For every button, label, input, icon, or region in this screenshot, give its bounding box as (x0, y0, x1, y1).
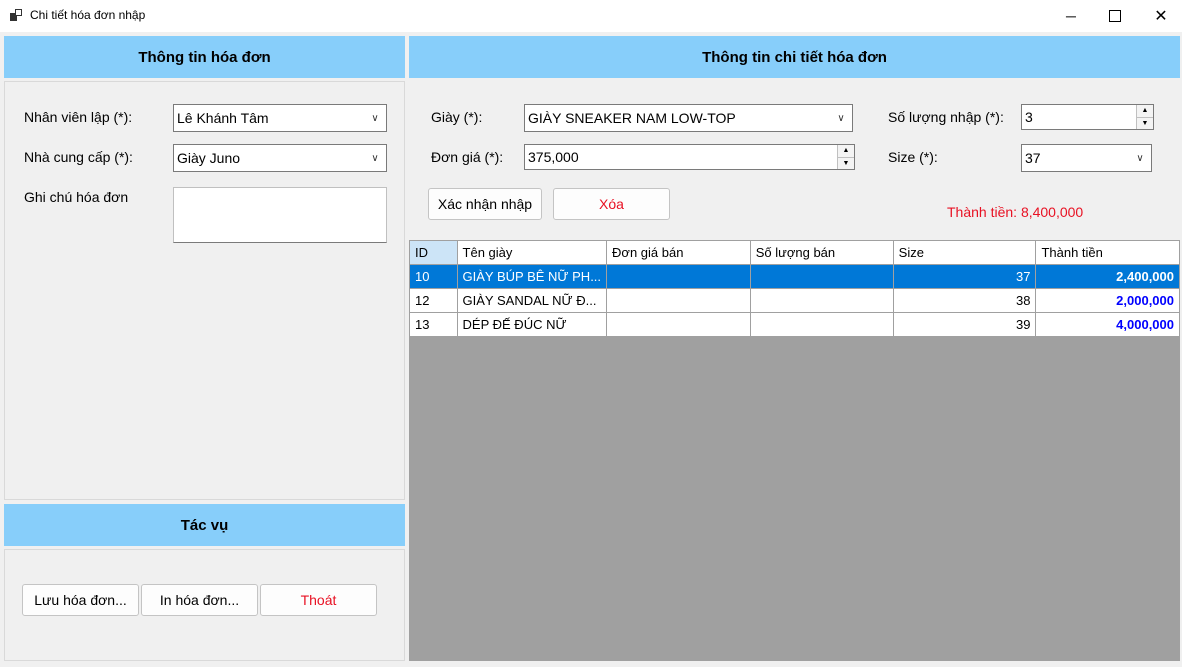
delete-button[interactable]: Xóa (553, 188, 670, 220)
confirm-import-button[interactable]: Xác nhận nhập (428, 188, 542, 220)
quantity-value: 3 (1025, 109, 1033, 125)
minimize-icon: ─ (1066, 8, 1076, 24)
maximize-icon (1109, 10, 1121, 22)
spin-down-icon[interactable]: ▼ (1137, 117, 1153, 129)
detail-grid[interactable]: ID Tên giày Đơn giá bán Số lượng bán Siz… (409, 240, 1180, 661)
cell-total[interactable]: 2,000,000 (1035, 288, 1180, 313)
note-textarea[interactable] (173, 187, 387, 243)
size-value: 37 (1025, 150, 1041, 166)
table-row[interactable]: 12 GIÀY SANDAL NỮ Đ... 38 2,000,000 (409, 288, 1180, 313)
exit-button[interactable]: Thoát (260, 584, 377, 616)
quantity-label: Số lượng nhập (*): (888, 109, 1004, 125)
actions-header: Tác vụ (4, 504, 405, 546)
cell-size[interactable]: 37 (892, 264, 1037, 289)
chevron-down-icon: ∨ (1136, 152, 1144, 164)
cell-name[interactable]: GIÀY BÚP BÊ NỮ PH... (456, 264, 608, 289)
note-label: Ghi chú hóa đơn (24, 189, 129, 205)
detail-table: ID Tên giày Đơn giá bán Số lượng bán Siz… (409, 240, 1180, 337)
detail-info-header: Thông tin chi tiết hóa đơn (409, 36, 1180, 78)
price-value: 375,000 (528, 149, 579, 165)
shoe-value: GIÀY SNEAKER NAM LOW-TOP (528, 110, 736, 126)
spin-up-icon[interactable]: ▲ (838, 145, 854, 158)
cell-total[interactable]: 4,000,000 (1035, 312, 1180, 337)
cell-quantity[interactable] (749, 264, 894, 289)
cell-id[interactable]: 10 (409, 264, 458, 289)
supplier-select[interactable]: Giày Juno ∨ (173, 144, 387, 172)
print-invoice-button[interactable]: In hóa đơn... (141, 584, 258, 616)
chevron-down-icon: ∨ (837, 112, 845, 124)
employee-label: Nhân viên lập (*): (24, 109, 133, 125)
save-invoice-button[interactable]: Lưu hóa đơn... (22, 584, 139, 616)
supplier-value: Giày Juno (177, 150, 241, 166)
column-header-price[interactable]: Đơn giá bán (606, 240, 751, 265)
column-header-name[interactable]: Tên giày (456, 240, 608, 265)
cell-id[interactable]: 13 (409, 312, 458, 337)
price-label: Đơn giá (*): (431, 149, 504, 165)
detail-info-title: Thông tin chi tiết hóa đơn (702, 48, 887, 66)
table-row[interactable]: 13 DÉP ĐẾ ĐÚC NỮ 39 4,000,000 (409, 312, 1180, 337)
spin-up-icon[interactable]: ▲ (1137, 105, 1153, 118)
window-title: Chi tiết hóa đơn nhập (30, 8, 146, 22)
minimize-button[interactable]: ─ (1048, 0, 1094, 32)
cell-quantity[interactable] (749, 312, 894, 337)
cell-quantity[interactable] (749, 288, 894, 313)
supplier-label: Nhà cung cấp (*): (24, 149, 133, 165)
close-icon: ✕ (1154, 8, 1168, 25)
column-header-size[interactable]: Size (892, 240, 1037, 265)
spin-down-icon[interactable]: ▼ (838, 157, 854, 169)
cell-name[interactable]: DÉP ĐẾ ĐÚC NỮ (456, 312, 608, 337)
shoe-select[interactable]: GIÀY SNEAKER NAM LOW-TOP ∨ (524, 104, 853, 132)
table-header-row: ID Tên giày Đơn giá bán Số lượng bán Siz… (409, 240, 1180, 265)
actions-title: Tác vụ (180, 516, 229, 534)
employee-value: Lê Khánh Tâm (177, 110, 269, 126)
shoe-label: Giày (*): (431, 109, 483, 125)
close-button[interactable]: ✕ (1138, 0, 1182, 32)
cell-total[interactable]: 2,400,000 (1035, 264, 1180, 289)
chevron-down-icon: ∨ (371, 112, 379, 124)
column-header-id[interactable]: ID (409, 240, 458, 265)
cell-price[interactable] (606, 264, 751, 289)
cell-id[interactable]: 12 (409, 288, 458, 313)
cell-price[interactable] (606, 288, 751, 313)
price-stepper[interactable]: 375,000 ▲ ▼ (524, 144, 855, 170)
cell-size[interactable]: 38 (892, 288, 1037, 313)
employee-select[interactable]: Lê Khánh Tâm ∨ (173, 104, 387, 132)
column-header-total[interactable]: Thành tiền (1035, 240, 1180, 265)
total-amount-label: Thành tiền: 8,400,000 (947, 204, 1084, 220)
invoice-info-title: Thông tin hóa đơn (138, 48, 271, 66)
table-row[interactable]: 10 GIÀY BÚP BÊ NỮ PH... 37 2,400,000 (409, 264, 1180, 289)
cell-name[interactable]: GIÀY SANDAL NỮ Đ... (456, 288, 608, 313)
cell-price[interactable] (606, 312, 751, 337)
cell-size[interactable]: 39 (892, 312, 1037, 337)
size-select[interactable]: 37 ∨ (1021, 144, 1152, 172)
column-header-quantity[interactable]: Số lượng bán (749, 240, 894, 265)
quantity-stepper[interactable]: 3 ▲ ▼ (1021, 104, 1154, 130)
chevron-down-icon: ∨ (371, 152, 379, 164)
title-bar: Chi tiết hóa đơn nhập ─ ✕ (0, 0, 1182, 32)
size-label: Size (*): (888, 149, 938, 165)
maximize-button[interactable] (1092, 0, 1138, 32)
app-icon (10, 9, 22, 21)
invoice-info-header: Thông tin hóa đơn (4, 36, 405, 78)
